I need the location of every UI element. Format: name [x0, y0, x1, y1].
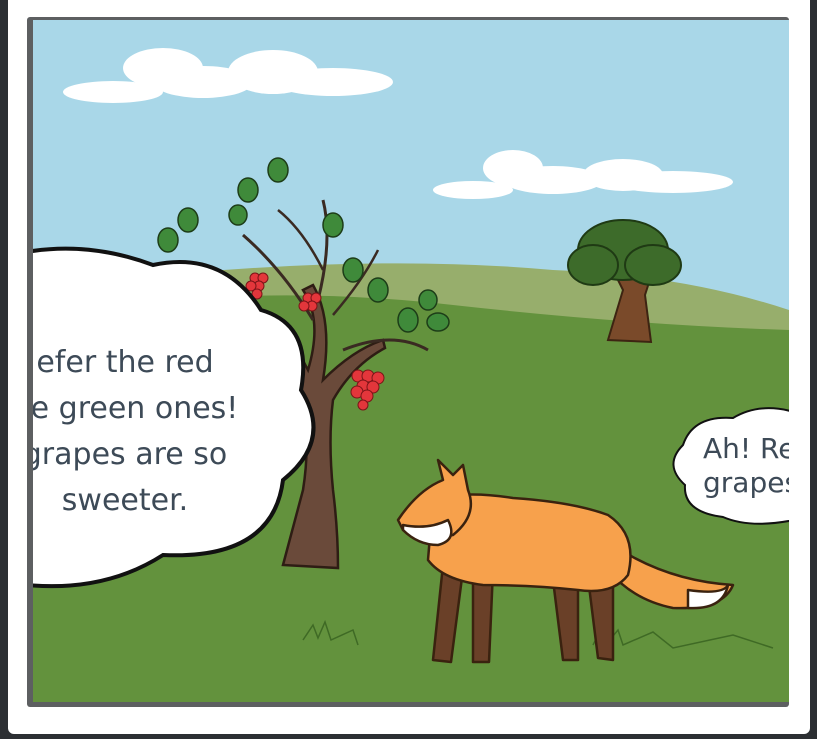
- left-bubble-line: he green ones!: [33, 391, 239, 426]
- left-bubble-line: sweeter.: [61, 483, 189, 518]
- right-bubble-line: grapes: [703, 466, 789, 499]
- left-bubble-line: efer the red: [36, 345, 214, 380]
- left-bubble-text: efer the red he green ones! grapes are s…: [33, 340, 265, 524]
- right-bubble-text: Ah! Re grapes: [703, 432, 789, 500]
- comic-panel: efer the red he green ones! grapes are s…: [33, 20, 789, 702]
- right-bubble-line: Ah! Re: [703, 432, 789, 465]
- left-bubble-line: grapes are so: [33, 437, 228, 472]
